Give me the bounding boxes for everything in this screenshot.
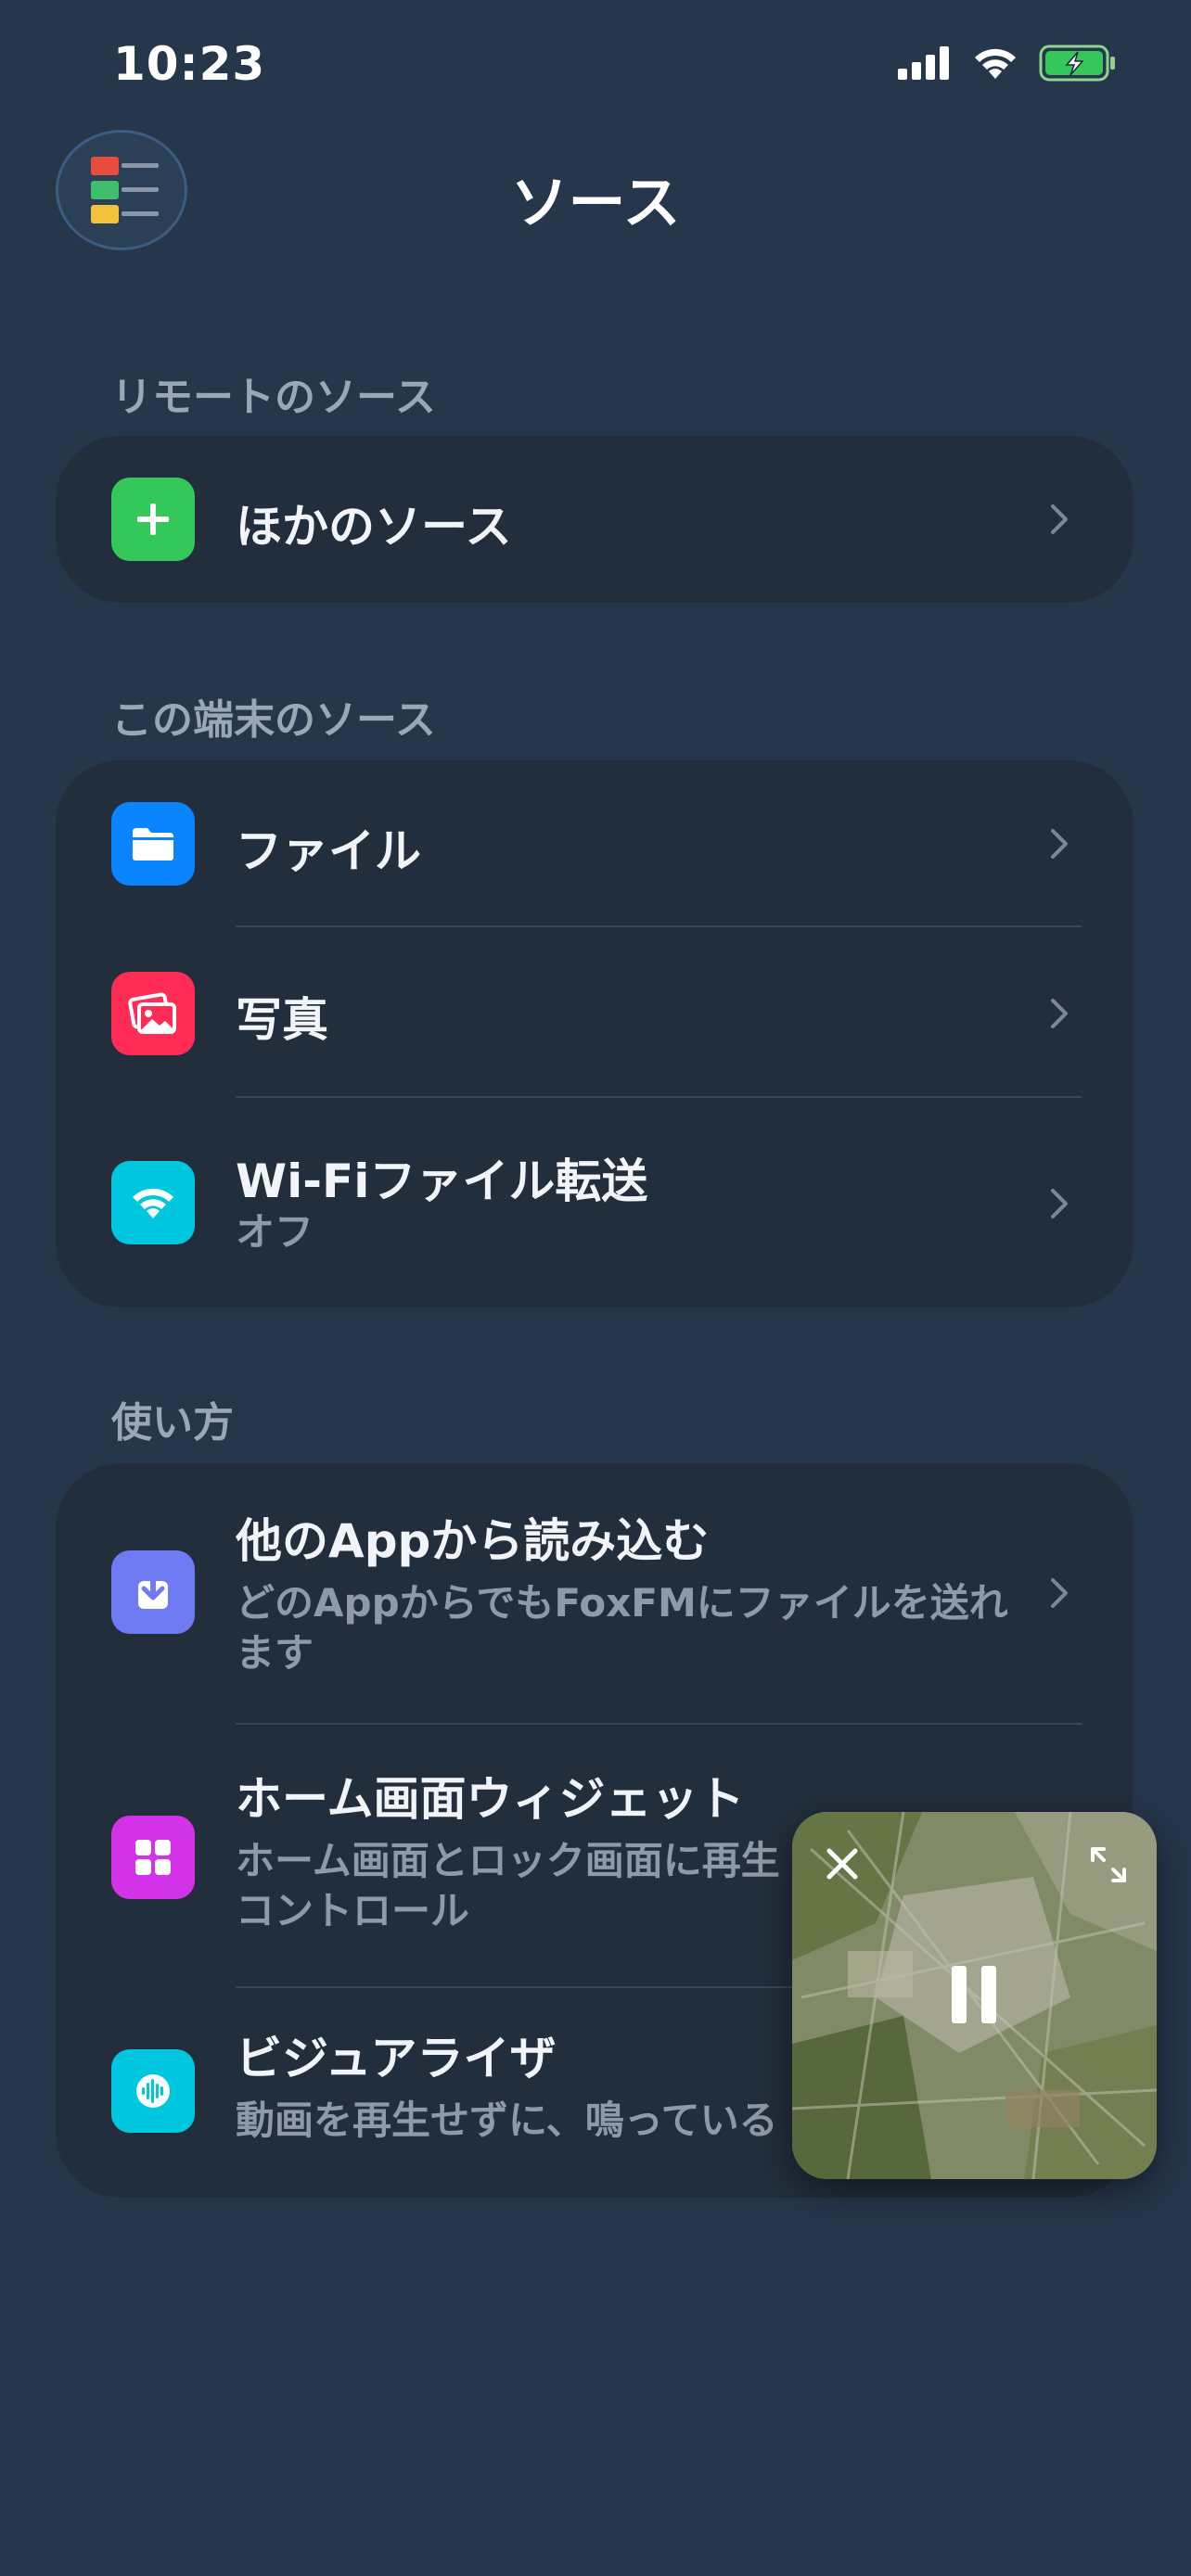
chevron-right-icon [1051, 504, 1068, 534]
list-item-subtitle-line1: ホーム画面とロック画面に再生 [236, 1838, 780, 1883]
divider [236, 925, 1082, 927]
pause-icon[interactable] [948, 1962, 1000, 2027]
list-item-subtitle-line2: コントロール [236, 1888, 470, 1933]
wifi-status-icon [975, 48, 1016, 79]
photos-icon [111, 972, 195, 1055]
list-item-title: ビジュアライザ [236, 2032, 557, 2085]
chevron-right-icon [1051, 829, 1068, 859]
cellular-signal-icon [898, 46, 949, 80]
list-item-title: Wi-Fiファイル転送 [236, 1154, 648, 1208]
battery-charging-icon [1039, 45, 1115, 82]
divider [236, 1096, 1082, 1098]
list-item-files[interactable]: ファイル [56, 760, 1133, 927]
list-item-title: ほかのソース [236, 500, 512, 554]
page-title: ソース [510, 169, 681, 236]
section-label-device: この端末のソース [111, 696, 436, 744]
list-item-other-sources[interactable]: ほかのソース [56, 436, 1133, 603]
list-item-title: ファイル [236, 824, 421, 878]
list-item-title: 他のAppから読み込む [236, 1514, 710, 1568]
section-label-remote: リモートのソース [111, 374, 436, 421]
list-item-title: 写真 [236, 993, 328, 1047]
list-item-wifi-transfer[interactable]: Wi-Fiファイル転送 オフ [56, 1100, 1133, 1307]
list-item-subtitle-line1: どのAppからでもFoxFMにファイルを送れ [236, 1580, 1008, 1626]
list-item-subtitle-line2: ます [236, 1630, 314, 1676]
list-item-import-from-apps[interactable]: 他のAppから読み込む どのAppからでもFoxFMにファイルを送れ ます [56, 1463, 1133, 1723]
chevron-right-icon [1051, 999, 1068, 1028]
plus-icon [111, 478, 195, 561]
chevron-right-icon [1051, 1189, 1068, 1218]
list-item-photos[interactable]: 写真 [56, 929, 1133, 1098]
status-time: 10:23 [113, 37, 266, 91]
close-icon[interactable] [822, 1843, 863, 1884]
folder-icon [111, 802, 195, 886]
chevron-right-icon [1051, 1578, 1068, 1608]
waveform-icon [111, 2049, 195, 2133]
wifi-icon [111, 1161, 195, 1244]
device-sources-card: ファイル 写真 Wi-Fiファイル転送 オフ [56, 760, 1133, 1307]
list-item-subtitle-line1: 動画を再生せずに、鳴っている [236, 2098, 778, 2143]
pip-video-player[interactable] [792, 1812, 1157, 2179]
expand-icon[interactable] [1087, 1843, 1130, 1886]
remote-sources-card: ほかのソース [56, 436, 1133, 603]
list-item-title: ホーム画面ウィジェット [236, 1772, 745, 1826]
import-icon [111, 1550, 195, 1634]
status-bar: 10:23 [0, 0, 1191, 130]
section-label-howto: 使い方 [111, 1399, 234, 1447]
list-item-subtitle: オフ [236, 1209, 314, 1255]
widget-grid-icon [111, 1816, 195, 1899]
